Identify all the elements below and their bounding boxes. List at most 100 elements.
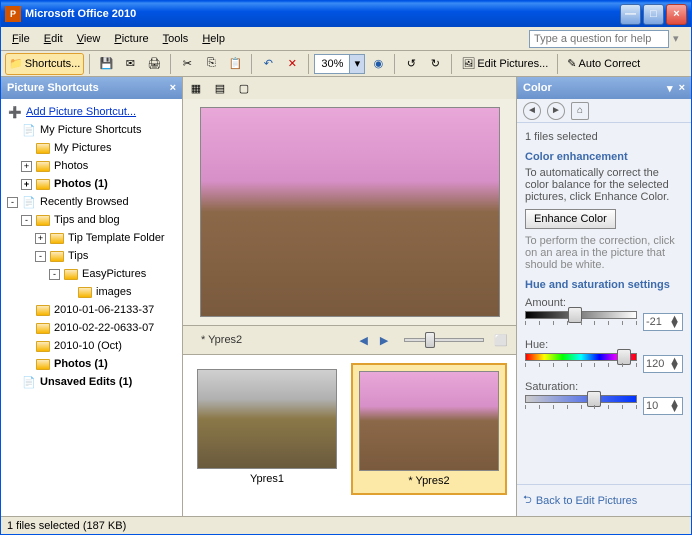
tree-item[interactable]: + Tip Template Folder [3,229,180,247]
tree-item[interactable]: - Tips and blog [3,211,180,229]
collapse-icon[interactable]: - [7,197,18,208]
tree-item[interactable]: -EasyPictures [3,265,180,283]
expand-icon[interactable]: + [21,161,32,172]
zoom-slider[interactable] [404,338,484,342]
menu-help[interactable]: Help [195,30,232,48]
back-to-edit-link[interactable]: ⮌ Back to Edit Pictures [517,484,691,516]
status-text: 1 files selected (187 KB) [7,520,126,532]
dropdown-icon[interactable]: ▾ [673,32,687,45]
auto-correct-button[interactable]: ✎Auto Correct [563,53,644,75]
hue-slider[interactable] [525,353,637,375]
tree-item[interactable]: 2010-01-06-2133-37 [3,301,180,319]
enhance-color-button[interactable]: Enhance Color [525,209,616,229]
panel-close-icon[interactable]: × [170,82,176,94]
thumb-ypres1[interactable]: Ypres1 [191,363,343,491]
thumbnail-view-icon[interactable]: ▦ [185,77,207,99]
hue-value: 120 [646,358,664,370]
spacer [7,125,18,136]
copy-icon[interactable]: ⎘ [200,53,222,75]
expand-icon[interactable]: + [21,179,32,190]
folder-icon [35,141,51,155]
add-shortcut-link[interactable]: ➕ Add Picture Shortcut... [3,103,180,121]
print-icon[interactable]: 🖨 [143,53,165,75]
tree-item[interactable]: 2010-02-22-0633-07 [3,319,180,337]
collapse-icon[interactable]: - [21,215,32,226]
save-icon[interactable]: 💾 [95,53,117,75]
close-button[interactable]: × [666,4,687,25]
amount-slider[interactable] [525,311,637,333]
titlebar: P Microsoft Office 2010 — □ × [1,1,691,27]
shortcuts-button[interactable]: 📁Shortcuts... [5,53,84,75]
tree-item[interactable]: 📄Unsaved Edits (1) [3,373,180,391]
hue-input[interactable]: 120▲▼ [643,355,683,373]
tree-item[interactable]: Photos (1) [3,355,180,373]
picture-shortcuts-panel: Picture Shortcuts × ➕ Add Picture Shortc… [1,77,183,516]
collapse-icon[interactable]: - [35,251,46,262]
statusbar: 1 files selected (187 KB) [1,516,691,534]
auto-correct-label: Auto Correct [578,58,640,70]
thumb-ypres2[interactable]: * Ypres2 [351,363,507,495]
expand-icon[interactable]: + [35,233,46,244]
nav-back-icon[interactable]: ◄ [523,102,541,120]
window-title: Microsoft Office 2010 [25,8,618,20]
prev-icon[interactable]: ◀ [359,334,367,347]
minimize-button[interactable]: — [620,4,641,25]
rotate-left-icon[interactable]: ↺ [400,53,422,75]
help-icon[interactable]: ◉ [367,53,389,75]
undo-icon[interactable]: ↶ [257,53,279,75]
color-panel-title: Color [523,82,552,94]
tree-item-label: Tip Template Folder [68,232,165,244]
preview-image[interactable] [200,107,500,317]
delete-icon[interactable]: ✕ [281,53,303,75]
cut-icon[interactable]: ✂ [176,53,198,75]
hue-label: Hue: [525,339,683,351]
zoom-combo[interactable]: 30%▾ [314,54,365,74]
saturation-label: Saturation: [525,381,683,393]
folder-icon [35,213,51,227]
toolbar: 📁Shortcuts... 💾 ✉ 🖨 ✂ ⎘ 📋 ↶ ✕ 30%▾ ◉ ↺ ↻… [1,51,691,77]
collapse-icon[interactable]: - [49,269,60,280]
panel-nav: ◄ ► ⌂ [517,99,691,123]
help-input[interactable] [529,30,669,48]
folder-icon [49,249,65,263]
menu-file[interactable]: File [5,30,37,48]
tree-item[interactable]: +Photos [3,157,180,175]
next-icon[interactable]: ▶ [380,334,388,347]
menu-picture[interactable]: Picture [107,30,155,48]
files-selected-label: 1 files selected [525,131,683,143]
spacer [21,359,32,370]
filmstrip-view-icon[interactable]: ▤ [209,77,231,99]
rotate-right-icon[interactable]: ↻ [424,53,446,75]
panel-close-icon[interactable]: × [679,82,685,94]
mail-icon[interactable]: ✉ [119,53,141,75]
menu-edit[interactable]: Edit [37,30,70,48]
tree-item[interactable]: +Photos (1) [3,175,180,193]
menu-tools[interactable]: Tools [156,30,196,48]
saturation-input[interactable]: 10▲▼ [643,397,683,415]
tree-item-label: Tips and blog [54,214,120,226]
maximize-button[interactable]: □ [643,4,664,25]
center-area: ▦ ▤ ▢ * Ypres2 ◀ ▶ ⬜ Ypres1 * Ypres2 [183,77,516,516]
tree-item[interactable]: images [3,283,180,301]
panel-menu-icon[interactable]: ▾ [667,82,673,95]
single-view-icon[interactable]: ▢ [233,77,255,99]
view-toolbar: ▦ ▤ ▢ [183,77,516,99]
amount-input[interactable]: -21▲▼ [643,313,683,331]
nav-forward-icon[interactable]: ► [547,102,565,120]
tree-item[interactable]: 2010-10 (Oct) [3,337,180,355]
edit-pictures-button[interactable]: 🖼Edit Pictures... [457,53,552,75]
menu-view[interactable]: View [70,30,108,48]
tree-item-label: My Picture Shortcuts [40,124,141,136]
tree-item[interactable]: My Pictures [3,139,180,157]
app-icon: P [5,6,21,22]
paste-icon[interactable]: 📋 [224,53,246,75]
tree-item[interactable]: -Tips [3,247,180,265]
saturation-slider[interactable] [525,395,637,417]
help-search[interactable] [529,30,669,48]
nav-home-icon[interactable]: ⌂ [571,102,589,120]
hue-sat-title: Hue and saturation settings [525,279,683,291]
tree-item[interactable]: -📄Recently Browsed [3,193,180,211]
current-filename: * Ypres2 [201,334,242,346]
tree-item[interactable]: 📄My Picture Shortcuts [3,121,180,139]
fit-icon[interactable]: ⬜ [494,334,508,347]
